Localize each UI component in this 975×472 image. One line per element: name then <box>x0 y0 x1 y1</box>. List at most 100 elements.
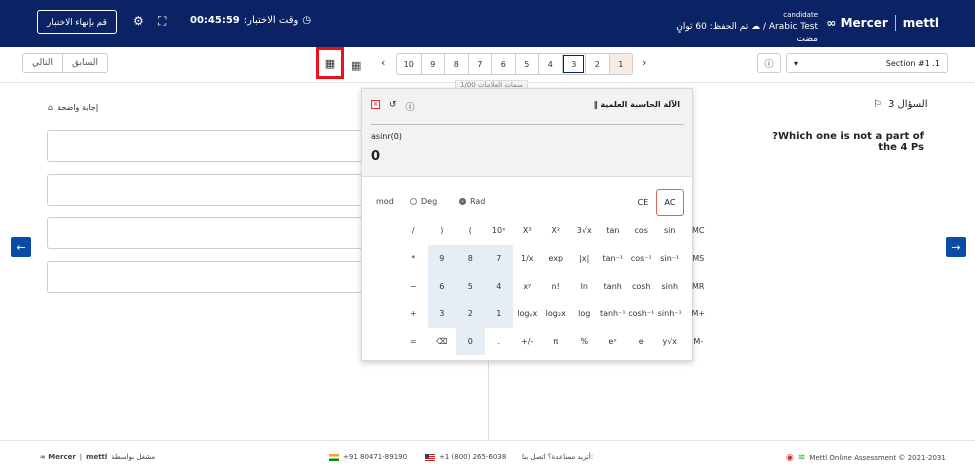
page-pagination: 10 9 8 7 6 5 4 3 2 1 <box>396 53 633 75</box>
answer-option[interactable] <box>47 261 363 293</box>
clear-entry-key[interactable]: CE <box>629 189 657 216</box>
calc-key[interactable]: cosh⁻¹ <box>627 300 656 328</box>
calc-key[interactable]: n! <box>542 273 571 301</box>
all-clear-key[interactable]: AC <box>656 189 684 216</box>
calc-key[interactable]: . <box>485 328 514 356</box>
rad-radio[interactable]: Rad <box>459 197 485 206</box>
calc-key[interactable]: eˣ <box>599 328 628 356</box>
page-button-8[interactable]: 8 <box>444 54 468 74</box>
calc-key[interactable]: 1/x <box>513 245 542 273</box>
arrow-right-button[interactable]: → <box>946 237 966 257</box>
calc-key[interactable]: + <box>399 300 428 328</box>
gear-icon[interactable]: ⚙ <box>133 14 144 28</box>
drag-handle-icon[interactable]: ‖ <box>594 100 598 109</box>
calculator-result: 0 <box>371 149 381 164</box>
top-bar: قم بإنهاء الاختبار ⚙ ⛶ ◷ وقت الاختبار: 0… <box>0 0 975 47</box>
calc-key[interactable]: tanh <box>599 273 628 301</box>
calc-key[interactable]: 10ˣ <box>485 217 514 245</box>
calc-key[interactable]: 7 <box>484 245 513 273</box>
page-button-1[interactable]: 1 <box>608 54 632 74</box>
timer-label: وقت الاختبار: <box>243 15 299 26</box>
page-button-7[interactable]: 7 <box>467 54 491 74</box>
calc-key[interactable]: tanh⁻¹ <box>599 300 628 328</box>
section-select[interactable]: ▾ Section #1 .1 <box>786 53 948 73</box>
grid-view-icon[interactable]: ▦ <box>351 59 361 72</box>
calc-key[interactable]: ) <box>428 217 457 245</box>
info-button[interactable]: ⓘ <box>757 53 781 73</box>
history-icon[interactable]: ↺ <box>389 100 397 113</box>
calc-key[interactable]: tan⁻¹ <box>599 245 628 273</box>
page-button-4[interactable]: 4 <box>538 54 562 74</box>
page-button-9[interactable]: 9 <box>420 54 444 74</box>
calc-key[interactable]: 4 <box>484 272 513 300</box>
calc-key[interactable]: e <box>627 328 656 356</box>
clear-answer-button[interactable]: ⌂ إجابة واضحة <box>48 103 98 112</box>
calc-key[interactable]: 8 <box>456 245 485 273</box>
calc-key[interactable]: sin <box>656 217 685 245</box>
calc-key[interactable]: M- <box>684 328 713 356</box>
calc-key[interactable]: xʸ <box>513 273 542 301</box>
calc-key[interactable]: * <box>399 245 428 273</box>
calc-key[interactable]: log <box>570 300 599 328</box>
calc-key[interactable]: y√x <box>656 328 685 356</box>
page-button-3[interactable]: 3 <box>561 54 585 74</box>
calc-key[interactable]: 1 <box>484 300 513 328</box>
flag-icon[interactable]: ⚐ <box>873 99 882 110</box>
calc-key[interactable]: 3√x <box>570 217 599 245</box>
calc-key[interactable]: 5 <box>456 272 485 300</box>
calc-key[interactable]: 2 <box>456 300 485 328</box>
calc-key[interactable]: MR <box>684 273 713 301</box>
calc-key[interactable]: = <box>399 328 428 356</box>
end-test-button[interactable]: قم بإنهاء الاختبار <box>37 10 117 34</box>
cloud-icon: ☁ <box>751 22 761 32</box>
calc-key[interactable]: ln <box>570 273 599 301</box>
fullscreen-icon[interactable]: ⛶ <box>158 14 166 29</box>
next-button[interactable]: التالي <box>23 54 62 72</box>
chevron-right-icon[interactable]: › <box>642 56 646 69</box>
calculator-button[interactable]: ▦ <box>316 47 344 79</box>
mod-key[interactable]: mod <box>376 197 394 206</box>
chevron-left-icon[interactable]: ‹ <box>381 56 385 69</box>
calc-key[interactable]: log₂x <box>542 300 571 328</box>
calc-key[interactable]: exp <box>542 245 571 273</box>
calc-key[interactable]: X² <box>542 217 571 245</box>
calc-key[interactable]: sin⁻¹ <box>656 245 685 273</box>
answer-option[interactable] <box>47 174 363 206</box>
calc-key[interactable]: +/- <box>513 328 542 356</box>
calc-key[interactable]: |x| <box>570 245 599 273</box>
calc-key[interactable]: cosh <box>627 273 656 301</box>
calc-key[interactable]: M+ <box>684 300 713 328</box>
answer-option[interactable] <box>47 130 363 162</box>
calc-key[interactable]: logᵧx <box>513 300 542 328</box>
page-button-2[interactable]: 2 <box>585 54 609 74</box>
calc-key[interactable]: 3 <box>427 300 456 328</box>
calc-key[interactable]: − <box>399 273 428 301</box>
calc-key[interactable]: MC <box>684 217 713 245</box>
calc-key[interactable]: π <box>542 328 571 356</box>
question-header: السؤال 3 ⚐ <box>873 99 927 110</box>
calc-key[interactable]: 9 <box>427 245 456 273</box>
calc-key[interactable]: tan <box>599 217 628 245</box>
page-button-5[interactable]: 5 <box>514 54 538 74</box>
info-icon[interactable]: ⓘ <box>406 100 415 113</box>
deg-radio[interactable]: Deg <box>410 197 437 206</box>
calc-key[interactable]: X³ <box>513 217 542 245</box>
mercer-logo: ∞ Mercer <box>40 453 76 461</box>
calc-key[interactable]: ⌫ <box>428 328 457 356</box>
calc-key[interactable]: ( <box>456 217 485 245</box>
close-icon[interactable]: ✕ <box>371 100 380 109</box>
calc-key[interactable]: % <box>570 328 599 356</box>
calc-key[interactable]: 6 <box>427 272 456 300</box>
page-button-10[interactable]: 10 <box>397 54 421 74</box>
calc-key[interactable]: / <box>399 217 428 245</box>
calc-key[interactable]: sinh⁻¹ <box>656 300 685 328</box>
calc-key[interactable]: 0 <box>456 327 485 355</box>
calc-key[interactable]: MS <box>684 245 713 273</box>
answer-option[interactable] <box>47 217 363 249</box>
calc-key[interactable]: cos <box>627 217 656 245</box>
calc-key[interactable]: sinh <box>656 273 685 301</box>
page-button-6[interactable]: 6 <box>491 54 515 74</box>
calc-key[interactable]: cos⁻¹ <box>627 245 656 273</box>
arrow-left-button[interactable]: ← <box>11 237 31 257</box>
prev-button[interactable]: السابق <box>61 54 107 72</box>
